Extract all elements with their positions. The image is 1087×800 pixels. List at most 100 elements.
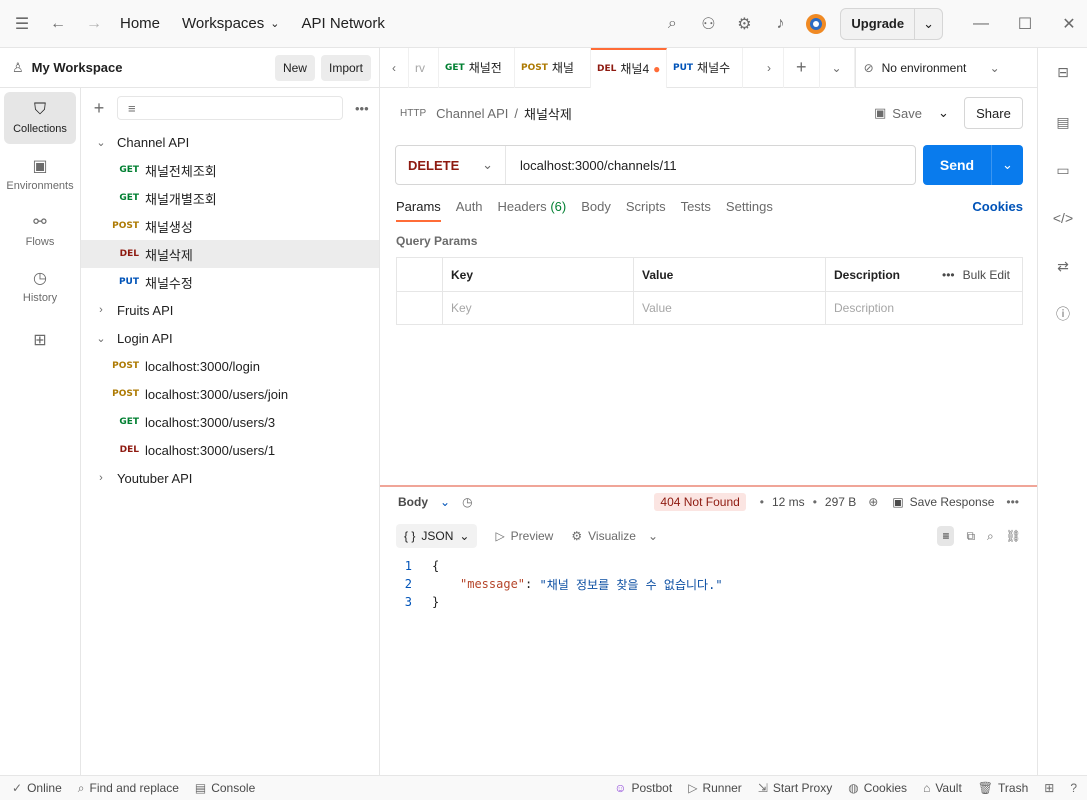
collection-row[interactable]: ⌄ Login API — [81, 324, 379, 352]
nav-api-network[interactable]: API Network — [302, 15, 385, 32]
tab-settings[interactable]: Settings — [726, 199, 773, 222]
rail-add-apps[interactable]: ⊞ — [4, 316, 76, 368]
maximize-icon[interactable]: ☐ — [1007, 6, 1043, 42]
menu-icon[interactable]: ☰ — [4, 6, 40, 42]
collection-row[interactable]: › Fruits API — [81, 296, 379, 324]
chevron-right-icon[interactable]: › — [91, 304, 111, 316]
response-body[interactable]: 1 { 2 "message" : "채널 정보를 찾을 수 없습니다." 3 … — [380, 555, 1037, 611]
request-row[interactable]: POST localhost:3000/users/join — [81, 380, 379, 408]
start-proxy-button[interactable]: ⇲ Start Proxy — [758, 781, 832, 795]
request-tab[interactable]: GET 채널전 — [439, 47, 515, 88]
tab-headers[interactable]: Headers (6) — [498, 199, 567, 222]
settings-gear-icon[interactable]: ⚙ — [726, 6, 762, 42]
tab-scroll-left[interactable]: ‹ — [380, 47, 409, 88]
console-button[interactable]: ▤ Console — [195, 781, 255, 795]
chevron-right-icon[interactable]: › — [91, 472, 111, 484]
response-time[interactable]: 12 ms — [772, 495, 805, 509]
request-row[interactable]: GET localhost:3000/users/3 — [81, 408, 379, 436]
vault-button[interactable]: ⌂ Vault — [923, 781, 962, 795]
back-arrow-icon[interactable]: ← — [40, 6, 76, 42]
globe-icon[interactable]: ⊕ — [868, 495, 878, 509]
response-body-label[interactable]: Body — [398, 495, 428, 509]
chevron-down-icon[interactable]: ⌄ — [91, 136, 111, 149]
code-icon[interactable]: </> — [1038, 194, 1087, 242]
request-tab-active[interactable]: DEL 채널4 ● — [591, 47, 667, 88]
visualize-button[interactable]: ⚙ Visualize — [571, 529, 636, 543]
request-row[interactable]: GET 채널전체조회 — [81, 156, 379, 184]
chevron-down-icon[interactable]: ⌄ — [91, 332, 111, 345]
request-tab[interactable]: rv — [409, 47, 439, 88]
request-tab[interactable]: POST 채널 — [515, 47, 591, 88]
request-title[interactable]: 채널삭제 — [524, 104, 572, 123]
tab-body[interactable]: Body — [581, 199, 611, 222]
minimize-icon[interactable]: — — [963, 6, 999, 42]
tabs-menu-button[interactable]: ⌄ — [820, 47, 855, 88]
trash-button[interactable]: 🗑 Trash — [978, 781, 1028, 795]
format-select[interactable]: { } JSON ⌄ — [396, 524, 478, 548]
preview-button[interactable]: ▷ Preview — [495, 529, 553, 543]
tab-auth[interactable]: Auth — [456, 199, 483, 222]
postbot-button[interactable]: ☺ Postbot — [614, 781, 672, 795]
environment-selector[interactable]: ⊘ No environment ⌄ — [854, 47, 1008, 88]
info-icon[interactable]: ⓘ — [1038, 290, 1087, 338]
chevron-down-icon[interactable]: ⌄ — [440, 495, 450, 509]
send-button[interactable]: Send ⌄ — [923, 145, 1023, 185]
search-icon[interactable]: ⌕ — [987, 529, 994, 544]
search-icon[interactable]: ⌕ — [654, 6, 690, 42]
save-button[interactable]: ▣ Save ⌄ — [874, 103, 949, 123]
request-tab[interactable]: PUT 채널수 — [667, 47, 743, 88]
share-button[interactable]: Share — [964, 97, 1023, 129]
new-button[interactable]: New — [274, 54, 315, 81]
bulk-edit-button[interactable]: ••• Bulk Edit — [942, 268, 1010, 282]
request-row-selected[interactable]: DEL 채널삭제 — [81, 240, 379, 268]
help-button[interactable]: ? — [1070, 781, 1077, 795]
filter-input[interactable]: ≡ — [117, 96, 343, 120]
documentation-icon[interactable]: ▤ — [1038, 98, 1087, 146]
nav-workspaces[interactable]: Workspaces ⌄ — [182, 15, 279, 32]
related-collections-icon[interactable]: ⇄ — [1038, 242, 1087, 290]
nav-home[interactable]: Home — [120, 15, 160, 32]
link-icon[interactable]: ⛓ — [1006, 529, 1021, 543]
collection-row[interactable]: › Youtuber API — [81, 464, 379, 492]
tab-tests[interactable]: Tests — [681, 199, 711, 222]
request-row[interactable]: GET 채널개별조회 — [81, 184, 379, 212]
invite-user-icon[interactable]: ⚇ — [690, 6, 726, 42]
collection-row[interactable]: ⌄ Channel API — [81, 128, 379, 156]
request-row[interactable]: PUT 채널수정 — [81, 268, 379, 296]
upgrade-button[interactable]: Upgrade ⌄ — [840, 7, 943, 40]
chevron-down-icon[interactable]: ⌄ — [991, 145, 1023, 185]
request-row[interactable]: DEL localhost:3000/users/1 — [81, 436, 379, 464]
new-tab-button[interactable]: + — [784, 47, 820, 88]
rail-collections[interactable]: ⛉ Collections — [4, 92, 76, 144]
breadcrumb-parent[interactable]: Channel API — [436, 106, 508, 121]
save-response-button[interactable]: ▣ Save Response — [892, 495, 994, 509]
add-icon[interactable]: + — [89, 98, 109, 119]
workspace-name[interactable]: My Workspace — [32, 60, 269, 75]
value-input[interactable]: Value — [633, 292, 825, 324]
request-row[interactable]: POST 채널생성 — [81, 212, 379, 240]
rail-flows[interactable]: ⚯ Flows — [4, 204, 76, 256]
tab-scroll-right[interactable]: › — [755, 47, 784, 88]
more-options-icon[interactable]: ••• — [1006, 495, 1019, 509]
wrap-lines-icon[interactable]: ≡ — [937, 526, 955, 546]
status-badge[interactable]: 404 Not Found — [654, 493, 746, 511]
avatar[interactable] — [798, 6, 834, 42]
comments-icon[interactable]: ▭ — [1038, 146, 1087, 194]
notification-bell-icon[interactable]: ♪ — [762, 6, 798, 42]
method-select[interactable]: DELETE ⌄ — [396, 146, 506, 184]
copy-icon[interactable]: ⧉ — [966, 529, 975, 544]
tab-params[interactable]: Params — [396, 199, 441, 222]
rail-history[interactable]: ◷ History — [4, 260, 76, 312]
chevron-down-icon[interactable]: ⌄ — [914, 8, 942, 39]
close-icon[interactable]: ✕ — [1051, 6, 1087, 42]
layout-toggle[interactable]: ⊞ — [1044, 781, 1054, 795]
import-button[interactable]: Import — [320, 54, 371, 81]
history-icon[interactable]: ◷ — [462, 495, 472, 509]
forward-arrow-icon[interactable]: → — [76, 6, 112, 42]
chevron-down-icon[interactable]: ⌄ — [938, 105, 949, 121]
request-row[interactable]: POST localhost:3000/login — [81, 352, 379, 380]
chevron-down-icon[interactable]: ⌄ — [648, 529, 658, 543]
tab-scripts[interactable]: Scripts — [626, 199, 666, 222]
response-size[interactable]: 297 B — [825, 495, 856, 509]
url-input[interactable]: localhost:3000/channels/11 — [506, 158, 677, 173]
